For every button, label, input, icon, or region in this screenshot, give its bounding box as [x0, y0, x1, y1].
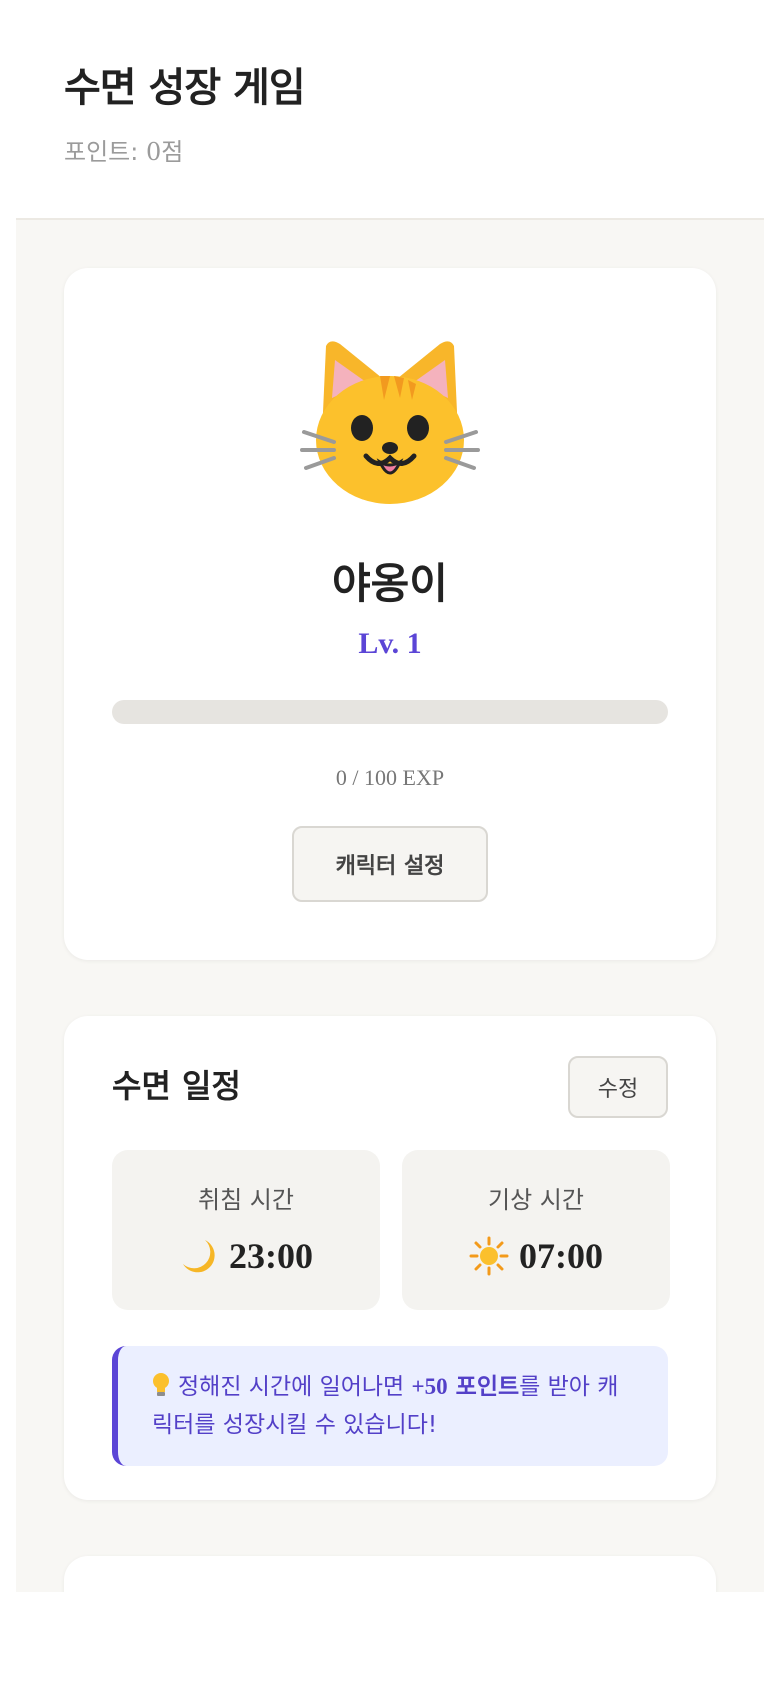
character-card: 야옹이 Lv. 1 0 / 100 EXP 캐릭터 설정 — [64, 268, 716, 960]
exp-text: 0 / 100 EXP — [335, 765, 445, 790]
next-card — [64, 1556, 716, 1592]
tip-callout: 정해진 시간에 일어나면 +50 포인트를 받아 캐릭터를 성장시킬 수 있습니… — [112, 1346, 668, 1466]
points-unit: 점 — [161, 138, 184, 166]
points-display: 포인트: 0점 — [64, 136, 183, 168]
tip-points-word: 포인트 — [447, 1374, 520, 1400]
crescent-moon-icon — [183, 1240, 215, 1273]
wake-time-label: 기상 시간 — [488, 1186, 584, 1214]
edit-schedule-button[interactable]: 수정 — [568, 1056, 668, 1118]
character-name: 야옹이 — [332, 559, 448, 608]
tip-points-amount: +50 — [411, 1374, 448, 1399]
page-title: 수면 성장 게임 — [64, 65, 306, 111]
bedtime-label: 취침 시간 — [198, 1186, 294, 1214]
schedule-title: 수면 일정 — [112, 1067, 241, 1105]
exp-progress-bar — [112, 700, 668, 724]
tip-text-before: 정해진 시간에 일어나면 — [178, 1374, 412, 1400]
sun-icon — [469, 1236, 509, 1276]
character-level: Lv. 1 — [358, 627, 422, 660]
light-bulb-icon — [153, 1373, 169, 1396]
wake-time-value: 07:00 — [519, 1236, 603, 1276]
app-frame: 수면 성장 게임 포인트: 0점 야옹이 Lv. 1 0 / 100 EXP 캐… — [16, 0, 764, 1592]
bedtime-value-row: 23:00 — [112, 1234, 380, 1278]
wake-time-box: 기상 시간 07:00 — [402, 1150, 670, 1310]
points-value: 0 — [145, 138, 162, 166]
sleep-schedule-card: 수면 일정 수정 취침 시간 23:00 기상 시간 07:00 정해진 시간에… — [64, 1016, 716, 1500]
bedtime-box: 취침 시간 23:00 — [112, 1150, 380, 1310]
bedtime-value: 23:00 — [229, 1236, 313, 1276]
points-label: 포인트: — [64, 138, 146, 166]
wake-time-value-row: 07:00 — [402, 1234, 670, 1278]
character-settings-button[interactable]: 캐릭터 설정 — [292, 826, 488, 902]
header: 수면 성장 게임 포인트: 0점 — [16, 0, 764, 220]
cat-face-icon — [300, 341, 480, 504]
